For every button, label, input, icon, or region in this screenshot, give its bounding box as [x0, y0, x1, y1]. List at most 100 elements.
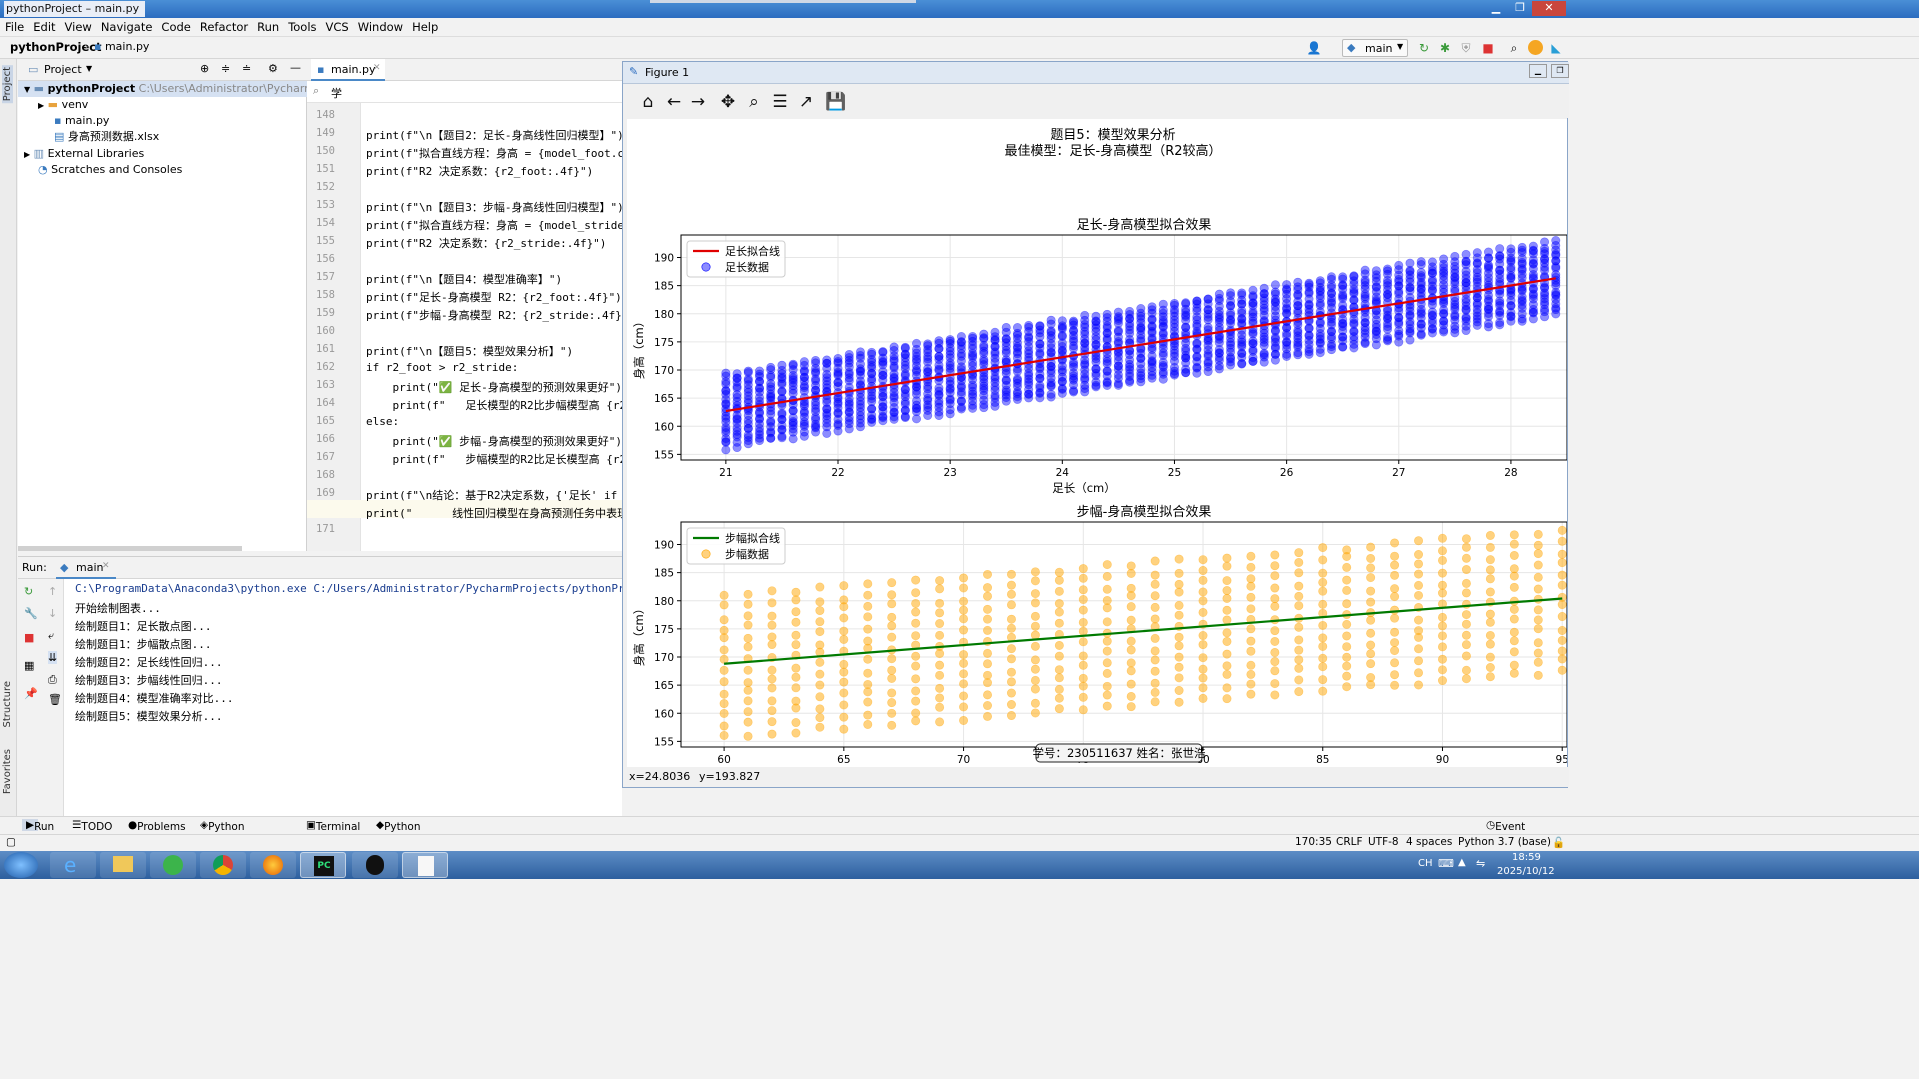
tray-expand-icon[interactable]: ▲ [1458, 857, 1466, 868]
network-icon[interactable]: ⇋ [1476, 857, 1485, 870]
hide-icon[interactable]: — [290, 61, 301, 74]
wrench-icon[interactable]: 🔧 [24, 607, 38, 620]
tree-item-root[interactable]: ▼ ▬ pythonProject C:\Users\Administrator… [18, 81, 342, 97]
code-line[interactable]: print(f"\n结论：基于R2决定系数，{'足长' if r [366, 487, 622, 503]
print-icon[interactable]: ⎙ [48, 673, 57, 687]
code-line[interactable]: if r2_foot > r2_stride: [366, 361, 518, 374]
menu-help[interactable]: Help [407, 18, 442, 34]
soft-wrap-icon[interactable]: ⤶ [48, 629, 54, 643]
code-line[interactable]: print(f"\n【题目2：足长-身高线性回归模型】") [366, 127, 622, 143]
start-button[interactable] [4, 852, 38, 878]
tool-tab-run[interactable]: ▶ Run [22, 819, 54, 833]
collapse-all-icon[interactable]: ≐ [242, 62, 251, 75]
menu-edit[interactable]: Edit [28, 18, 59, 34]
stop-icon[interactable]: ■ [1480, 40, 1496, 56]
status-line-separator[interactable]: CRLF [1336, 836, 1363, 848]
tool-tab-problems[interactable]: ● Problems [128, 819, 186, 833]
explorer-taskbar-icon[interactable] [100, 852, 146, 878]
maximize-button[interactable]: ❐ [1508, 1, 1532, 16]
status-caret-position[interactable]: 170:35 [1295, 836, 1332, 848]
locate-icon[interactable]: ⊕ [200, 62, 209, 75]
menu-view[interactable]: View [60, 18, 96, 34]
run-tab-main[interactable]: ◆ main ✕ [56, 557, 116, 579]
clock-date[interactable]: 2025/10/12 [1497, 866, 1555, 877]
debug-icon[interactable]: ✱ [1437, 40, 1453, 56]
user-icon[interactable]: 👤 [1306, 40, 1322, 56]
status-encoding[interactable]: UTF-8 [1368, 836, 1399, 848]
menu-file[interactable]: File [0, 18, 28, 34]
stop-icon[interactable]: ■ [24, 631, 34, 644]
close-button[interactable]: ✕ [1532, 1, 1566, 16]
pycharm-taskbar-icon[interactable]: PC [300, 852, 346, 878]
sync-taskbar-icon[interactable] [150, 852, 196, 878]
search-input[interactable]: 学 [331, 85, 342, 101]
tool-tab-python-packages[interactable]: ◈ Python Packages [200, 819, 257, 845]
down-icon[interactable]: ↓ [48, 607, 57, 620]
figure-maximize-button[interactable]: ❐ [1551, 64, 1569, 78]
code-line[interactable]: print(f"拟合直线方程：身高 = {model_stride [366, 217, 622, 233]
tab-main-py[interactable]: ▪ main.py ✕ [311, 59, 385, 81]
ie-taskbar-icon[interactable]: e [50, 852, 96, 878]
coverage-icon[interactable]: ⛨ [1458, 40, 1474, 56]
close-tab-icon[interactable]: ✕ [373, 63, 381, 73]
update-icon[interactable] [1528, 40, 1543, 55]
figure-minimize-button[interactable]: ▁ [1529, 64, 1547, 78]
code-area[interactable]: print(f"\n【题目2：足长-身高线性回归模型】") print(f"拟合直… [307, 103, 622, 551]
code-line[interactable]: print(f"R2 决定系数：{r2_stride:.4f}") [366, 235, 606, 251]
pan-icon[interactable]: ✥ [717, 91, 739, 113]
tree-item-external-libraries[interactable]: ▶ ▥ External Libraries [24, 146, 144, 162]
project-view-label[interactable]: Project [44, 63, 82, 76]
lock-icon[interactable]: 🔓 [1552, 836, 1565, 849]
tree-item-main-py[interactable]: ▪ main.py [54, 113, 109, 129]
menu-refactor[interactable]: Refactor [195, 18, 252, 34]
menu-vcs[interactable]: VCS [321, 18, 353, 34]
figure-canvas[interactable]: 题目5：模型效果分析 最佳模型：足长-身高模型（R2较高） 足长-身高模型拟合效… [627, 119, 1569, 782]
close-tab-icon[interactable]: ✕ [102, 561, 110, 571]
clock-time[interactable]: 18:59 [1512, 852, 1541, 863]
status-indent[interactable]: 4 spaces [1406, 836, 1452, 848]
status-layout-icon[interactable]: ▢ [6, 836, 16, 848]
code-line[interactable]: print("✅ 步幅-身高模型的预测效果更好") [366, 433, 622, 449]
menu-tools[interactable]: Tools [283, 18, 320, 34]
code-line[interactable]: print(f"\n【题目5：模型效果分析】") [366, 343, 573, 359]
forward-icon[interactable]: → [687, 91, 709, 113]
configure-subplots-icon[interactable]: ☰ [769, 91, 791, 113]
rerun-icon[interactable]: ↻ [24, 585, 33, 598]
tree-item-xlsx[interactable]: ▤ 身高预测数据.xlsx [54, 129, 159, 145]
scroll-to-end-icon[interactable]: ⇊ [48, 651, 58, 664]
tree-item-scratches[interactable]: ◔ Scratches and Consoles [38, 162, 182, 178]
tool-window-structure[interactable]: Structure [2, 681, 13, 728]
breadcrumb-file[interactable]: ▪ main.py [94, 40, 149, 53]
gear-icon[interactable]: ⚙ [268, 62, 278, 75]
edit-axis-icon[interactable]: ↗ [795, 91, 817, 113]
code-line[interactable]: print(f"\n【题目4：模型准确率】") [366, 271, 562, 287]
layout-icon[interactable]: ▦ [24, 659, 34, 672]
code-line[interactable]: else: [366, 415, 399, 428]
zoom-icon[interactable]: ⌕ [743, 91, 765, 113]
input-language[interactable]: CH [1418, 858, 1433, 869]
code-line[interactable]: print(f"步幅-身高模型 R2：{r2_stride:.4f}" [366, 307, 622, 323]
code-line[interactable]: print("✅ 足长-身高模型的预测效果更好") [366, 379, 622, 395]
code-line[interactable]: print(f"足长-身高模型 R2：{r2_foot:.4f}") [366, 289, 622, 305]
search-icon[interactable]: ⌕ [1506, 40, 1522, 56]
code-line[interactable]: print(f"R2 决定系数：{r2_foot:.4f}") [366, 163, 593, 179]
menu-code[interactable]: Code [156, 18, 194, 34]
rerun-icon[interactable]: ↻ [1416, 40, 1432, 56]
expand-all-icon[interactable]: ≑ [221, 62, 230, 75]
code-line[interactable]: print(" 线性回归模型在身高预测任务中表现 [366, 505, 622, 521]
tool-window-project[interactable]: Project [2, 65, 13, 104]
tree-item-venv[interactable]: ▶ ▬ venv [38, 97, 88, 113]
horizontal-scrollbar[interactable] [18, 546, 242, 551]
firefox-taskbar-icon[interactable] [250, 852, 296, 878]
chevron-down-icon[interactable]: ▼ [86, 64, 92, 73]
code-line[interactable]: print(f" 步幅模型的R2比足长模型高 {r2_ [366, 451, 622, 467]
tool-tab-event-log[interactable]: ◷ Event Log [1486, 819, 1525, 845]
menu-navigate[interactable]: Navigate [96, 18, 157, 34]
back-icon[interactable]: ← [663, 91, 685, 113]
tool-window-favorites[interactable]: Favorites [2, 749, 13, 794]
minimize-button[interactable]: ▁ [1484, 1, 1508, 16]
trash-icon[interactable]: 🗑 [48, 693, 62, 706]
menu-run[interactable]: Run [252, 18, 283, 34]
figure-taskbar-icon[interactable] [402, 852, 448, 878]
chrome-taskbar-icon[interactable] [200, 852, 246, 878]
